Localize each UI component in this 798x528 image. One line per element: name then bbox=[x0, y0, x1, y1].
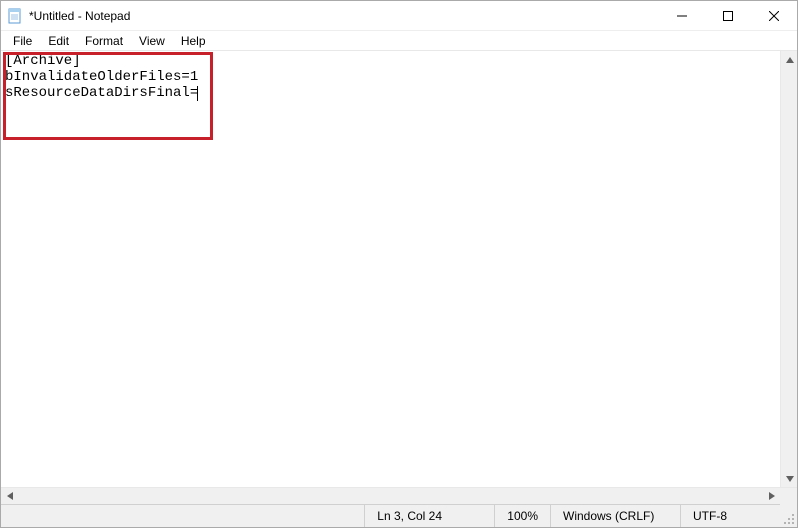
resize-grip-icon[interactable] bbox=[780, 505, 797, 527]
scroll-right-icon[interactable] bbox=[763, 488, 780, 505]
status-encoding: UTF-8 bbox=[680, 505, 780, 527]
text-editor[interactable]: [Archive] bInvalidateOlderFiles=1 sResou… bbox=[1, 51, 780, 487]
status-zoom: 100% bbox=[494, 505, 550, 527]
scroll-up-icon[interactable] bbox=[781, 51, 797, 68]
window-title: *Untitled - Notepad bbox=[29, 9, 659, 23]
status-position: Ln 3, Col 24 bbox=[364, 505, 494, 527]
titlebar[interactable]: *Untitled - Notepad bbox=[1, 1, 797, 31]
menu-file[interactable]: File bbox=[5, 32, 40, 50]
scroll-left-icon[interactable] bbox=[1, 488, 18, 505]
statusbar: Ln 3, Col 24 100% Windows (CRLF) UTF-8 bbox=[1, 504, 797, 527]
maximize-button[interactable] bbox=[705, 1, 751, 30]
menu-view[interactable]: View bbox=[131, 32, 173, 50]
editor-line: [Archive] bbox=[5, 53, 81, 69]
vertical-scrollbar[interactable] bbox=[780, 51, 797, 487]
notepad-window: *Untitled - Notepad File Edit Format Vie… bbox=[0, 0, 798, 528]
menu-help[interactable]: Help bbox=[173, 32, 214, 50]
status-line-ending: Windows (CRLF) bbox=[550, 505, 680, 527]
editor-area: [Archive] bInvalidateOlderFiles=1 sResou… bbox=[1, 51, 797, 487]
minimize-button[interactable] bbox=[659, 1, 705, 30]
editor-line: bInvalidateOlderFiles=1 bbox=[5, 69, 198, 85]
menu-edit[interactable]: Edit bbox=[40, 32, 77, 50]
menu-format[interactable]: Format bbox=[77, 32, 131, 50]
menubar: File Edit Format View Help bbox=[1, 31, 797, 51]
scroll-down-icon[interactable] bbox=[781, 470, 797, 487]
horizontal-scrollbar[interactable] bbox=[1, 487, 797, 504]
text-caret bbox=[197, 86, 198, 101]
close-button[interactable] bbox=[751, 1, 797, 30]
notepad-icon bbox=[7, 8, 23, 24]
scroll-corner bbox=[780, 488, 797, 505]
editor-line: sResourceDataDirsFinal= bbox=[5, 85, 198, 101]
window-controls bbox=[659, 1, 797, 30]
